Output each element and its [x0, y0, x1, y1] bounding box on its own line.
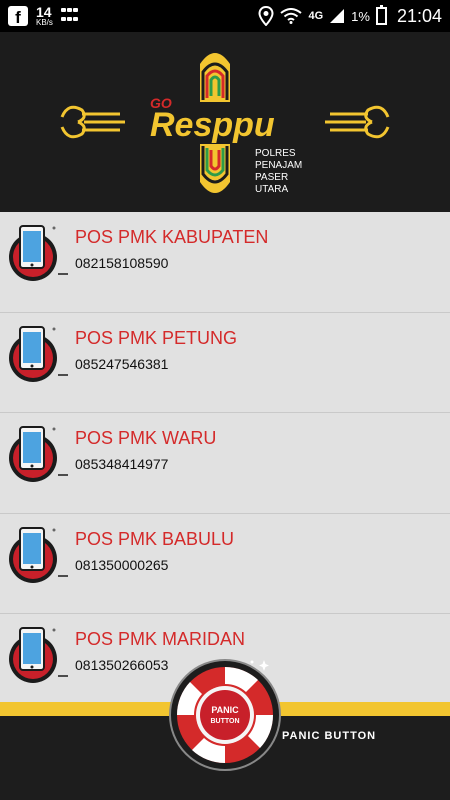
- list-item[interactable]: POS PMK KABUPATEN 082158108590: [0, 212, 450, 313]
- contact-name: POS PMK BABULU: [75, 528, 235, 549]
- list-item[interactable]: POS PMK WARU 085348414977: [0, 413, 450, 514]
- net-speed-unit: KB/s: [36, 18, 53, 27]
- phone-call-icon: [9, 627, 68, 683]
- header-art: GO Resppu POLRES PENAJAM PASER UTARA: [60, 53, 390, 195]
- list-item[interactable]: POS PMK PETUNG 085247546381: [0, 313, 450, 413]
- contact-phone: 085247546381: [75, 355, 169, 372]
- contact-phone: 082158108590: [75, 255, 169, 271]
- logo-main: Resppu: [150, 106, 275, 144]
- contact-name: POS PMK PETUNG: [75, 327, 238, 348]
- app-header: GO Resppu POLRES PENAJAM PASER UTARA: [0, 32, 450, 212]
- status-bar: f 14 KB/s 4G 1% 21:04: [0, 0, 450, 32]
- location-icon: [258, 6, 274, 26]
- phone-call-icon: [9, 526, 68, 583]
- org-line3: PASER: [255, 172, 288, 183]
- phone-call-icon: [9, 225, 68, 281]
- clock: 21:04: [396, 5, 442, 26]
- panic-badge-line2: BUTTON: [210, 718, 239, 725]
- phone-call-icon: [9, 426, 68, 482]
- phone-call-icon: [9, 325, 68, 382]
- panic-label: PANIC BUTTON: [282, 730, 377, 742]
- contact-name: POS PMK WARU: [75, 428, 217, 448]
- battery-icon: [375, 5, 387, 25]
- org-line4: UTARA: [255, 184, 288, 195]
- net-speed-value: 14: [36, 4, 52, 20]
- wifi-icon: [280, 8, 303, 24]
- org-line1: POLRES: [255, 148, 296, 159]
- left-ornament-icon: [60, 105, 125, 139]
- network-type: 4G: [308, 10, 324, 22]
- contact-name: POS PMK KABUPATEN: [75, 227, 269, 247]
- panic-badge-line1: PANIC: [211, 705, 239, 715]
- facebook-icon: f: [8, 6, 28, 26]
- list-item[interactable]: POS PMK BABULU 081350000265: [0, 514, 450, 614]
- panic-button[interactable]: PANIC BUTTON: [168, 658, 282, 772]
- net-speed: 14 KB/s: [36, 5, 53, 27]
- right-ornament-icon: [325, 105, 390, 139]
- contact-phone: 085348414977: [75, 456, 169, 472]
- monument-top-icon: [200, 53, 230, 102]
- bbm-icon: [60, 8, 79, 24]
- monument-bottom-icon: [200, 144, 230, 193]
- contact-name: POS PMK MARIDAN: [75, 629, 246, 649]
- org-line2: PENAJAM: [255, 160, 302, 171]
- signal-icon: [330, 9, 345, 23]
- battery-percent: 1%: [351, 8, 370, 24]
- contact-phone: 081350266053: [75, 657, 169, 673]
- contact-list: POS PMK KABUPATEN 082158108590 POS PMK P…: [0, 212, 450, 702]
- contact-phone: 081350000265: [75, 556, 169, 573]
